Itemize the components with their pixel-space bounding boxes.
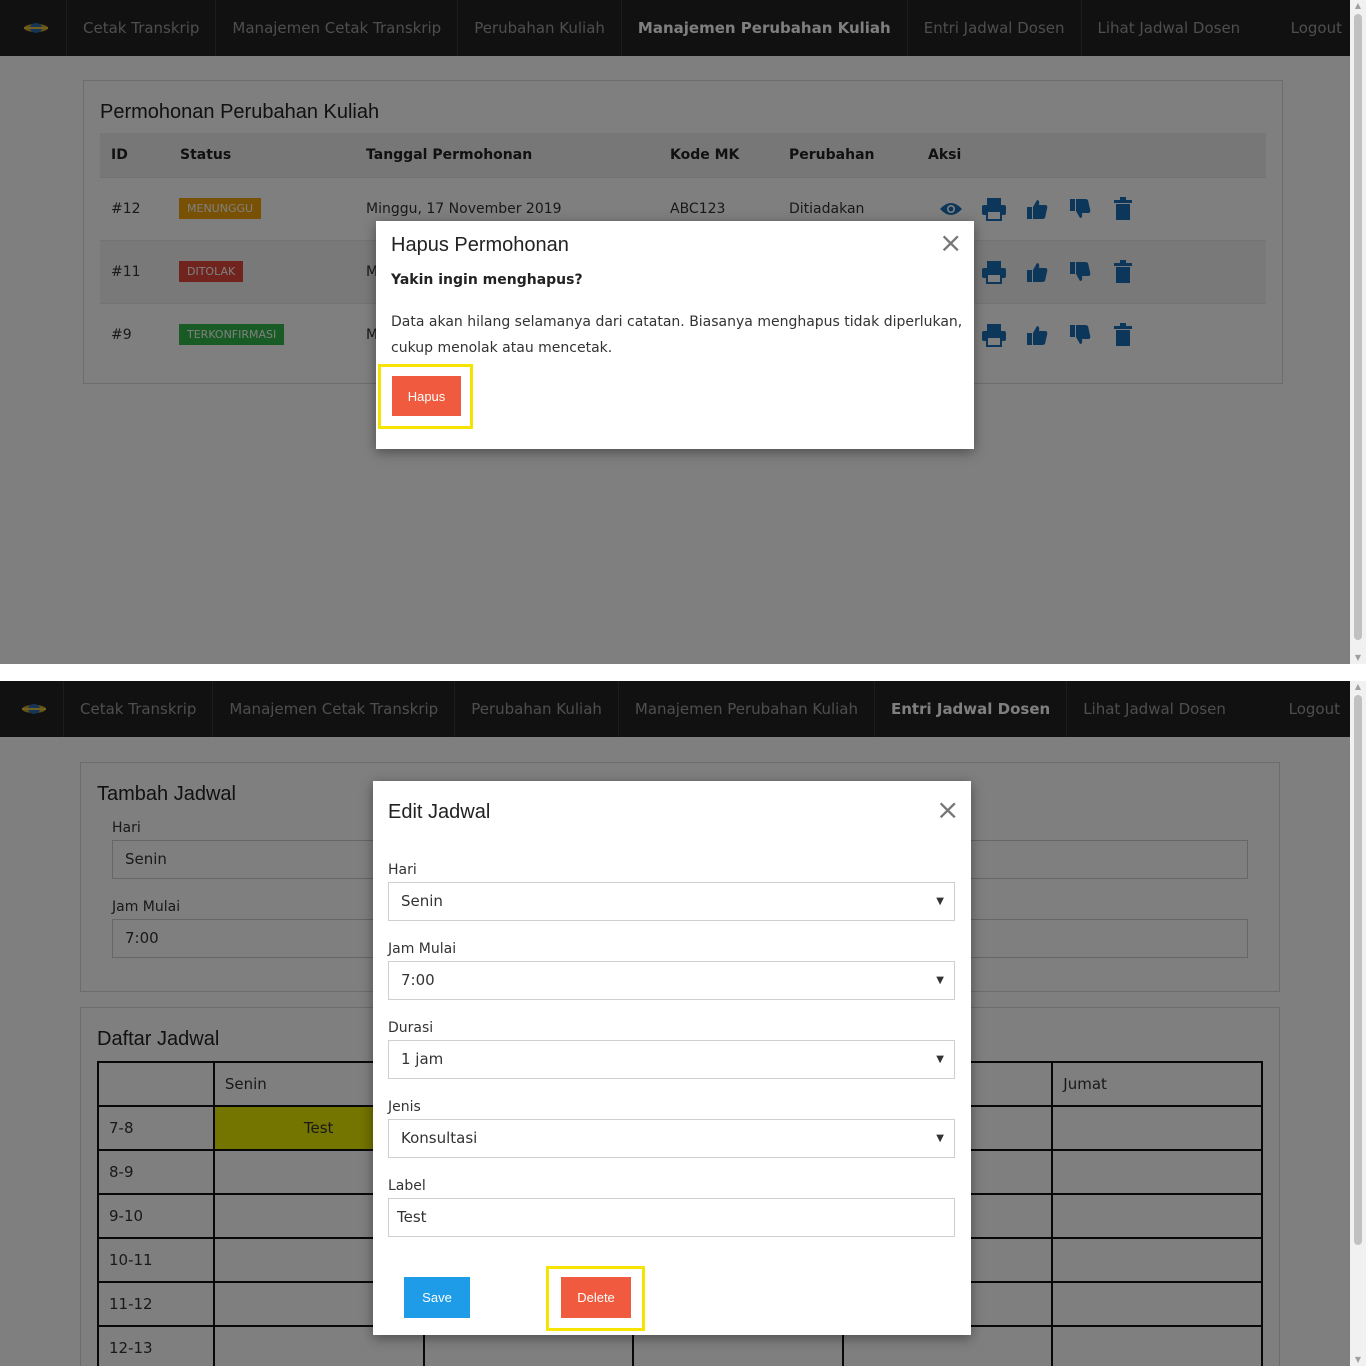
modal-question: Yakin ingin menghapus?: [391, 272, 583, 288]
scroll-up-icon[interactable]: ▲: [1350, 681, 1366, 693]
modal-title: Hapus Permohonan: [391, 234, 569, 256]
chevron-down-icon: ▼: [936, 896, 944, 907]
jam-mulai-value: 7:00: [401, 971, 435, 989]
scroll-down-icon[interactable]: ▼: [1350, 1354, 1366, 1366]
scroll-thumb[interactable]: [1354, 14, 1362, 640]
modal-title: Edit Jadwal: [388, 801, 491, 823]
modal-body-line1: Data akan hilang selamanya dari catatan.…: [391, 314, 963, 330]
hari-value: Senin: [401, 892, 443, 910]
screenshot-manajemen-perubahan: Cetak Transkrip Manajemen Cetak Transkri…: [0, 0, 1366, 664]
hapus-button[interactable]: Hapus: [392, 376, 461, 416]
save-button[interactable]: Save: [404, 1277, 470, 1318]
modal-body-line2: cukup menolak atau mencetak.: [391, 340, 613, 356]
durasi-select[interactable]: 1 jam ▼: [388, 1040, 955, 1079]
scrollbar[interactable]: ▲ ▼: [1350, 681, 1366, 1366]
jenis-value: Konsultasi: [401, 1129, 478, 1147]
scrollbar[interactable]: ▲ ▼: [1350, 0, 1366, 664]
hari-select[interactable]: Senin ▼: [388, 882, 955, 921]
hari-label: Hari: [388, 862, 417, 878]
scroll-down-icon[interactable]: ▼: [1350, 652, 1366, 664]
jam-mulai-label: Jam Mulai: [388, 941, 457, 957]
chevron-down-icon: ▼: [936, 1054, 944, 1065]
delete-request-modal: Hapus Permohonan × Yakin ingin menghapus…: [376, 221, 974, 449]
durasi-label: Durasi: [388, 1020, 434, 1036]
close-icon[interactable]: ×: [936, 796, 959, 824]
jenis-select[interactable]: Konsultasi ▼: [388, 1119, 955, 1158]
close-icon[interactable]: ×: [939, 229, 962, 257]
jenis-label: Jenis: [388, 1099, 421, 1115]
chevron-down-icon: ▼: [936, 1133, 944, 1144]
delete-button[interactable]: Delete: [561, 1277, 631, 1318]
screenshot-entri-jadwal: Cetak Transkrip Manajemen Cetak Transkri…: [0, 681, 1366, 1366]
durasi-value: 1 jam: [401, 1050, 444, 1068]
scroll-up-icon[interactable]: ▲: [1350, 0, 1366, 12]
label-label: Label: [388, 1178, 426, 1194]
jam-mulai-select[interactable]: 7:00 ▼: [388, 961, 955, 1000]
edit-schedule-modal: Edit Jadwal × Hari Senin ▼ Jam Mulai 7:00…: [373, 781, 971, 1335]
chevron-down-icon: ▼: [936, 975, 944, 986]
scroll-thumb[interactable]: [1354, 695, 1362, 1245]
label-input[interactable]: Test: [388, 1198, 955, 1237]
